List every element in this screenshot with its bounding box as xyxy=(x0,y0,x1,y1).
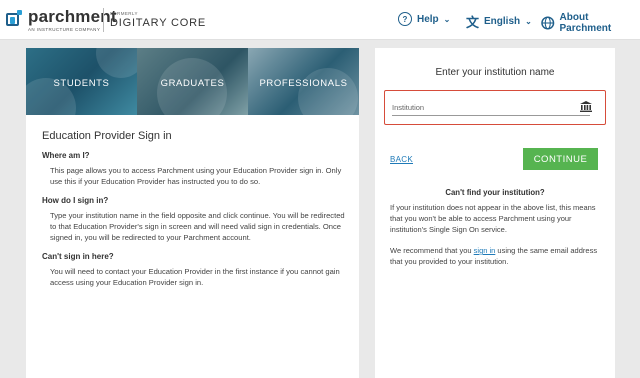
top-header: parchment AN INSTRUCTURE COMPANY FORMERL… xyxy=(0,0,640,40)
formerly-name: DIGITARY CORE xyxy=(110,17,206,29)
sign-in-title: Education Provider Sign in xyxy=(42,130,172,142)
answer-where: This page allows you to access Parchment… xyxy=(50,166,342,186)
answer-how: Type your institution name in the field … xyxy=(50,211,345,242)
language-label: English xyxy=(484,16,521,27)
help-menu[interactable]: ? Help ⌄ xyxy=(398,12,450,26)
about-link[interactable]: About Parchment xyxy=(541,12,640,34)
cant-find-text: If your institution does not appear in t… xyxy=(390,203,596,234)
question-how: How do I sign in? xyxy=(42,196,109,205)
info-card: STUDENTS GRADUATES PROFESSIONALS Educati… xyxy=(26,48,359,378)
parchment-logo[interactable]: parchment AN INSTRUCTURE COMPANY xyxy=(6,8,117,32)
translate-icon: 文 xyxy=(466,15,480,30)
bank-icon xyxy=(580,101,592,112)
audience-banner: STUDENTS GRADUATES PROFESSIONALS xyxy=(26,48,359,115)
banner-panel-students: STUDENTS xyxy=(26,48,146,115)
chevron-down-icon: ⌄ xyxy=(525,17,532,26)
formerly-brand: FORMERLY DIGITARY CORE xyxy=(110,11,206,29)
banner-label-graduates: GRADUATES xyxy=(160,78,225,89)
sign-in-link[interactable]: sign in xyxy=(474,246,496,255)
formerly-label: FORMERLY xyxy=(110,11,138,16)
institution-field-highlight xyxy=(384,90,606,125)
globe-icon xyxy=(541,16,555,30)
help-label: Help xyxy=(417,13,439,25)
about-label: About Parchment xyxy=(559,12,612,34)
institution-title: Enter your institution name xyxy=(435,67,555,78)
recommend-text: We recommend that you sign in using the … xyxy=(390,245,602,267)
chevron-down-icon: ⌄ xyxy=(443,14,451,24)
banner-panel-graduates: GRADUATES xyxy=(137,48,248,115)
institution-card: Enter your institution name BACK CONTINU… xyxy=(375,48,615,378)
recommend-prefix: We recommend that you xyxy=(390,246,474,255)
banner-label-students: STUDENTS xyxy=(53,78,110,89)
logo-divider xyxy=(103,8,104,32)
language-menu[interactable]: 文 English ⌄ xyxy=(466,12,532,31)
back-link[interactable]: BACK xyxy=(390,155,413,164)
question-cant: Can't sign in here? xyxy=(42,252,114,261)
parchment-logo-icon xyxy=(6,10,24,28)
continue-button[interactable]: CONTINUE xyxy=(523,148,598,170)
answer-cant: You will need to contact your Education … xyxy=(50,267,340,287)
cant-find-title: Can't find your institution? xyxy=(445,188,545,197)
banner-panel-professionals: PROFESSIONALS xyxy=(248,48,359,115)
question-where: Where am I? xyxy=(42,151,90,160)
question-circle-icon: ? xyxy=(398,12,412,26)
banner-label-professionals: PROFESSIONALS xyxy=(259,78,348,89)
institution-input[interactable] xyxy=(392,100,590,116)
